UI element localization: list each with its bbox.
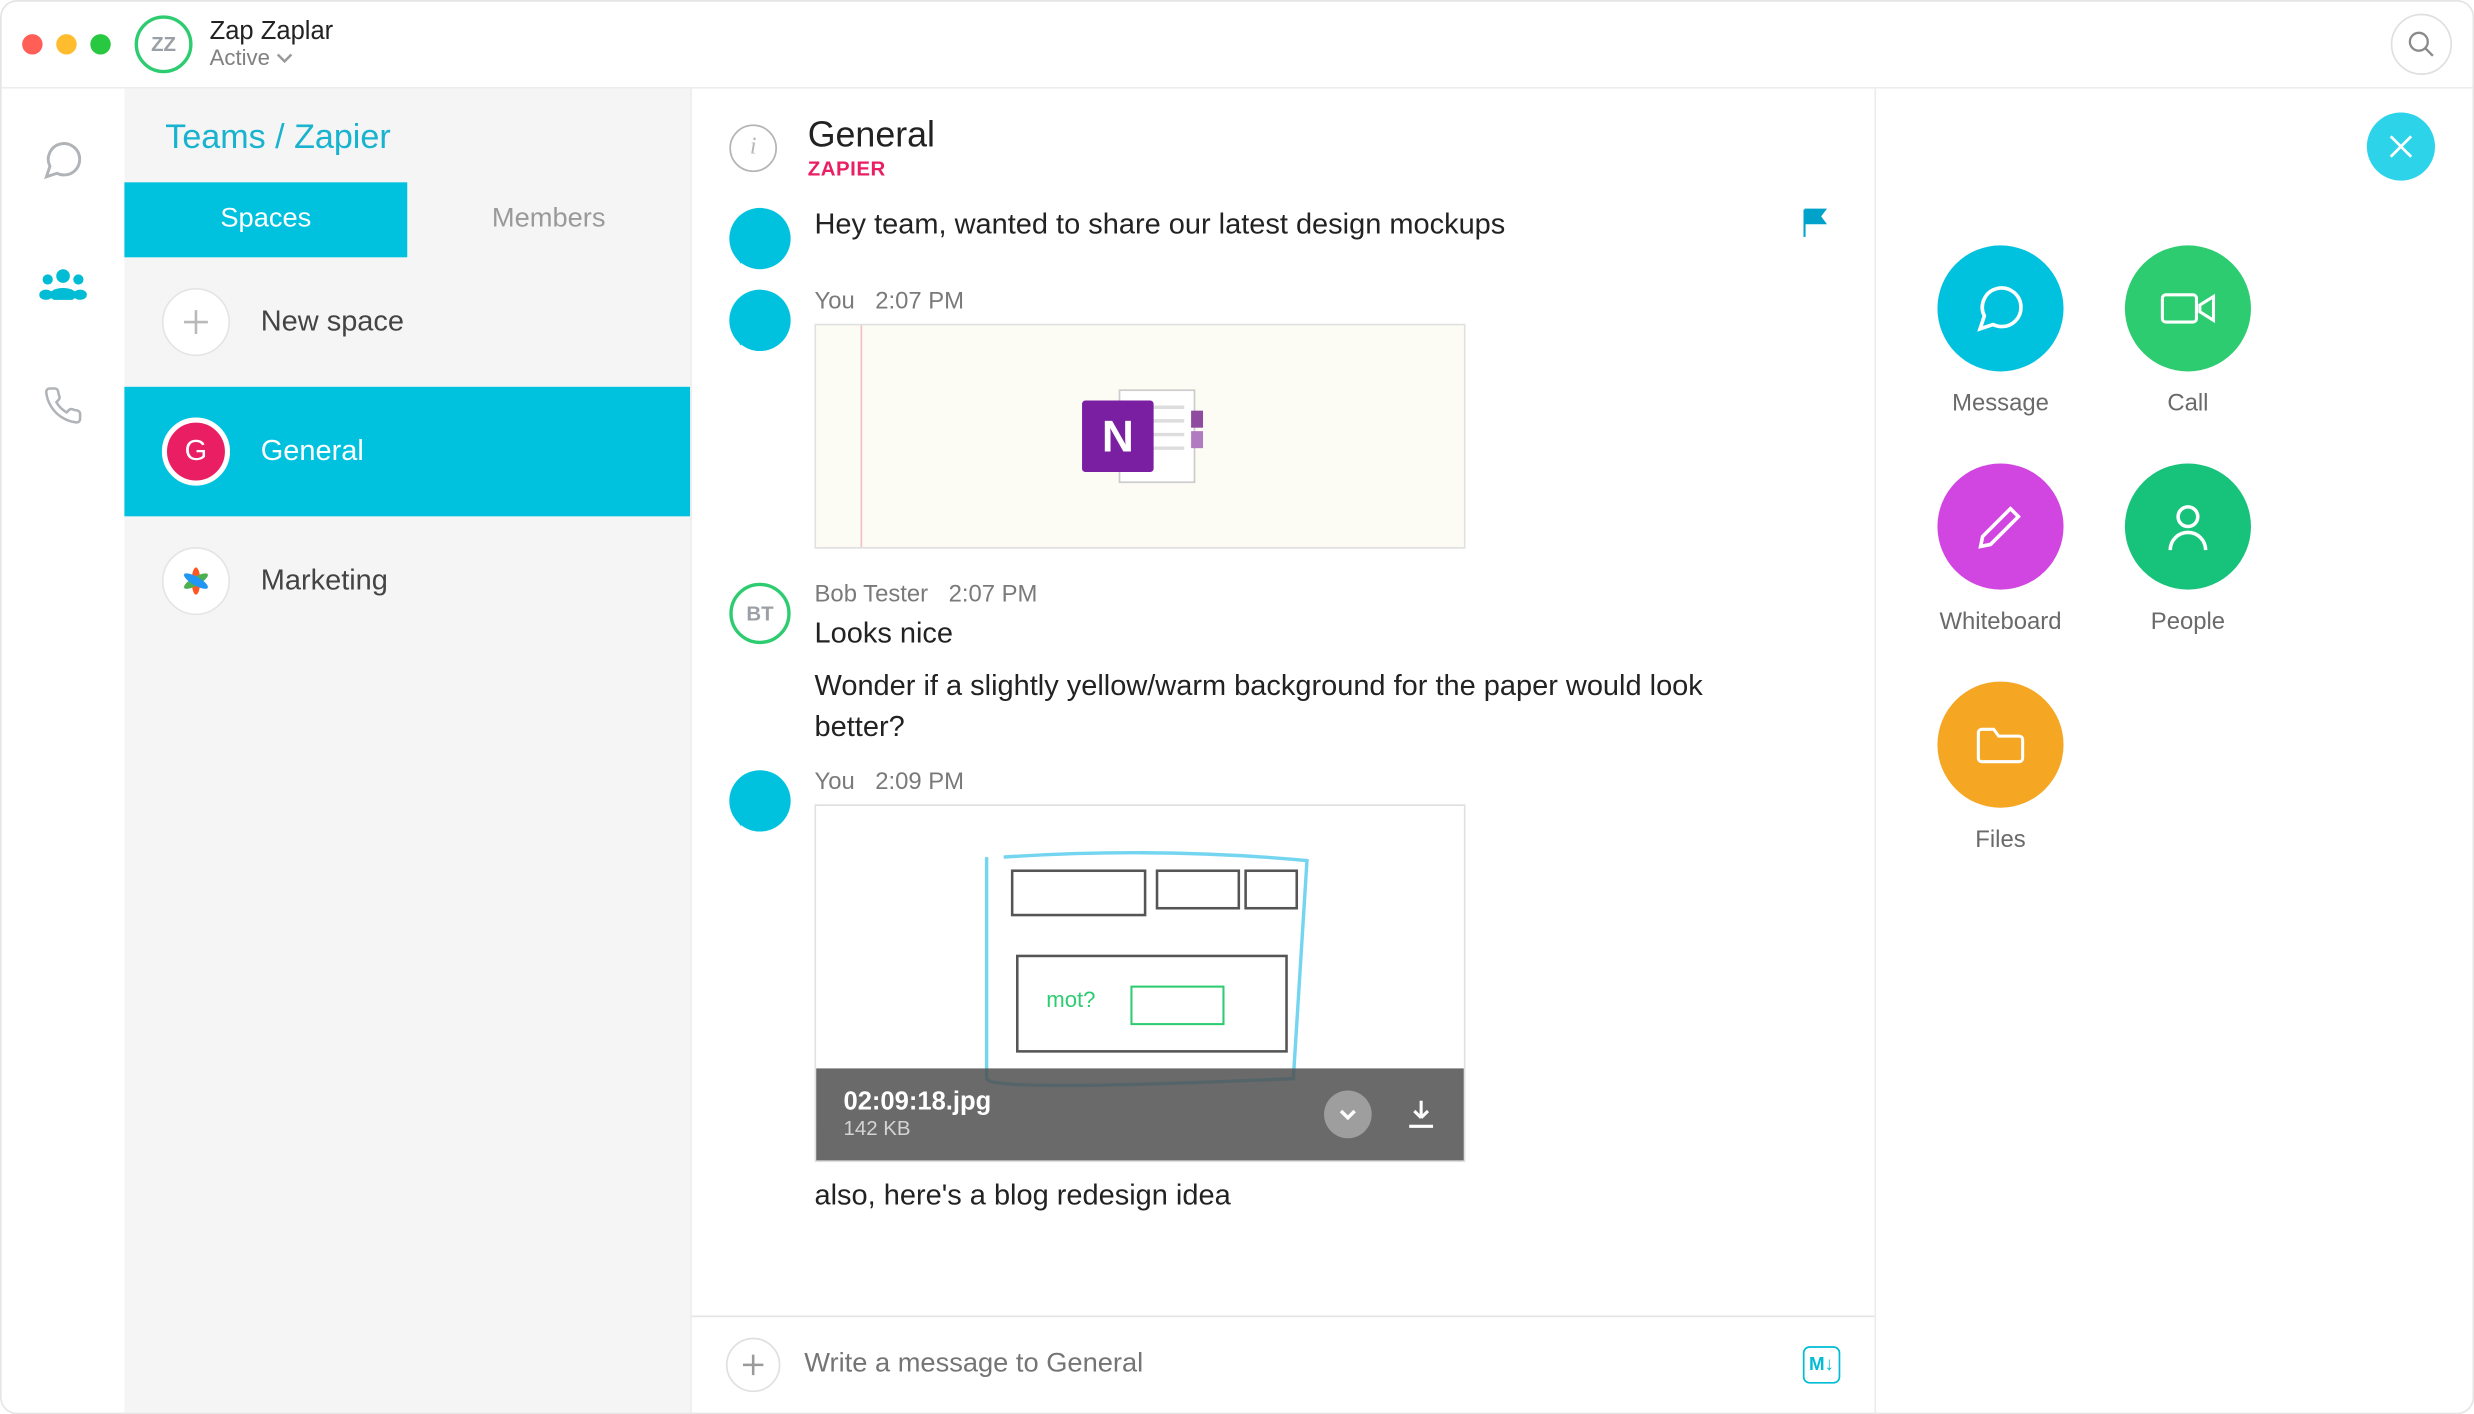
close-window[interactable] bbox=[22, 34, 42, 54]
video-icon bbox=[2125, 245, 2251, 371]
message: You 2:09 PM mot bbox=[729, 767, 1830, 1218]
message-time: 2:07 PM bbox=[949, 579, 1038, 606]
self-bubble-icon bbox=[729, 770, 790, 831]
close-icon bbox=[2387, 133, 2414, 160]
message-icon bbox=[1937, 245, 2063, 371]
message-text: Wonder if a slightly yellow/warm backgro… bbox=[815, 666, 1718, 750]
action-call[interactable]: Call bbox=[2118, 245, 2258, 415]
download-button[interactable] bbox=[1406, 1097, 1437, 1131]
nav-rail bbox=[2, 89, 125, 1413]
info-button[interactable]: i bbox=[729, 124, 777, 172]
titlebar: ZZ Zap Zaplar Active bbox=[2, 2, 2473, 89]
plus-icon bbox=[162, 288, 230, 356]
onenote-icon: N bbox=[1072, 377, 1208, 496]
close-panel-button[interactable] bbox=[2367, 112, 2435, 180]
room-header: i General ZAPIER bbox=[692, 89, 1875, 198]
minimize-window[interactable] bbox=[56, 34, 76, 54]
breadcrumb[interactable]: Teams / Zapier bbox=[124, 89, 690, 183]
message: Hey team, wanted to share our latest des… bbox=[729, 204, 1830, 269]
people-icon bbox=[39, 266, 87, 300]
sketch-preview: mot? bbox=[884, 840, 1395, 1096]
nav-teams[interactable] bbox=[39, 259, 87, 307]
space-marketing[interactable]: Marketing bbox=[124, 516, 690, 646]
search-button[interactable] bbox=[2391, 14, 2452, 75]
chevron-down-icon bbox=[277, 53, 294, 63]
message-text: Hey team, wanted to share our latest des… bbox=[815, 204, 1831, 246]
message: BT Bob Tester 2:07 PM Looks nice Wonder … bbox=[729, 579, 1830, 749]
file-info-bar: 02:09:18.jpg 142 KB bbox=[816, 1068, 1464, 1160]
space-label: Marketing bbox=[261, 564, 388, 598]
action-whiteboard[interactable]: Whiteboard bbox=[1931, 463, 2071, 633]
new-space-button[interactable]: New space bbox=[124, 257, 690, 387]
expand-button[interactable] bbox=[1324, 1090, 1372, 1138]
space-general[interactable]: G General bbox=[124, 387, 690, 517]
action-label: People bbox=[2151, 607, 2225, 634]
attachment-onenote[interactable]: N bbox=[815, 324, 1466, 549]
sidebar-tabs: Spaces Members bbox=[124, 182, 690, 257]
message-text: Looks nice bbox=[815, 613, 1831, 655]
action-people[interactable]: People bbox=[2118, 463, 2258, 633]
nav-calls[interactable] bbox=[39, 382, 87, 430]
space-label: General bbox=[261, 435, 364, 469]
self-bubble-icon bbox=[729, 208, 790, 269]
room-team: ZAPIER bbox=[808, 157, 935, 181]
sidebar: Teams / Zapier Spaces Members New space … bbox=[124, 89, 690, 1413]
new-space-label: New space bbox=[261, 305, 404, 339]
svg-text:N: N bbox=[1102, 413, 1134, 462]
user-status-text: Active bbox=[210, 46, 270, 70]
compose-bar: M↓ bbox=[692, 1315, 1875, 1412]
chevron-down-icon bbox=[1336, 1102, 1360, 1126]
flag-icon[interactable] bbox=[1803, 208, 1830, 239]
attachment-image[interactable]: mot? 02:09:18.jpg 142 KB bbox=[815, 804, 1466, 1162]
compose-input[interactable] bbox=[804, 1350, 1779, 1381]
person-icon bbox=[2125, 463, 2251, 589]
file-name: 02:09:18.jpg bbox=[843, 1088, 1303, 1117]
space-avatar: G bbox=[162, 417, 230, 485]
phone-icon bbox=[43, 385, 84, 426]
asterisk-icon bbox=[177, 562, 214, 599]
pencil-icon bbox=[1937, 463, 2063, 589]
message-list[interactable]: Hey team, wanted to share our latest des… bbox=[692, 198, 1875, 1316]
message-time: 2:09 PM bbox=[875, 767, 964, 794]
action-label: Call bbox=[2167, 389, 2208, 416]
message-sender: Bob Tester bbox=[815, 579, 929, 606]
message-sender: You bbox=[815, 767, 855, 794]
window-controls bbox=[22, 34, 111, 54]
maximize-window[interactable] bbox=[90, 34, 110, 54]
action-label: Whiteboard bbox=[1939, 607, 2061, 634]
folder-icon bbox=[1937, 682, 2063, 808]
action-label: Files bbox=[1975, 825, 2025, 852]
message: You 2:07 PM bbox=[729, 286, 1830, 548]
user-status-dropdown[interactable]: Active bbox=[210, 46, 334, 70]
action-label: Message bbox=[1952, 389, 2049, 416]
action-message[interactable]: Message bbox=[1931, 245, 2071, 415]
main-pane: i General ZAPIER Hey team, wanted to sha… bbox=[690, 89, 1876, 1413]
tab-spaces[interactable]: Spaces bbox=[124, 182, 407, 257]
self-bubble-icon bbox=[729, 290, 790, 351]
markdown-toggle[interactable]: M↓ bbox=[1803, 1346, 1840, 1383]
svg-text:mot?: mot? bbox=[1046, 987, 1095, 1012]
right-panel: Message Call Whiteboard bbox=[1876, 89, 2472, 1413]
user-avatar-small: BT bbox=[729, 583, 790, 644]
message-sender: You bbox=[815, 286, 855, 313]
user-name: Zap Zaplar bbox=[210, 18, 334, 46]
download-icon bbox=[1406, 1097, 1437, 1131]
user-avatar[interactable]: ZZ bbox=[135, 15, 193, 73]
nav-messages[interactable] bbox=[39, 136, 87, 184]
chat-icon bbox=[41, 138, 85, 182]
space-avatar bbox=[162, 547, 230, 615]
search-icon bbox=[2406, 29, 2437, 60]
room-title: General bbox=[808, 116, 935, 157]
file-size: 142 KB bbox=[843, 1117, 1303, 1141]
message-text: also, here's a blog redesign idea bbox=[815, 1176, 1831, 1218]
message-time: 2:07 PM bbox=[875, 286, 964, 313]
action-files[interactable]: Files bbox=[1931, 682, 2071, 852]
plus-icon bbox=[741, 1353, 765, 1377]
attach-button[interactable] bbox=[726, 1338, 781, 1393]
tab-members[interactable]: Members bbox=[407, 182, 690, 257]
